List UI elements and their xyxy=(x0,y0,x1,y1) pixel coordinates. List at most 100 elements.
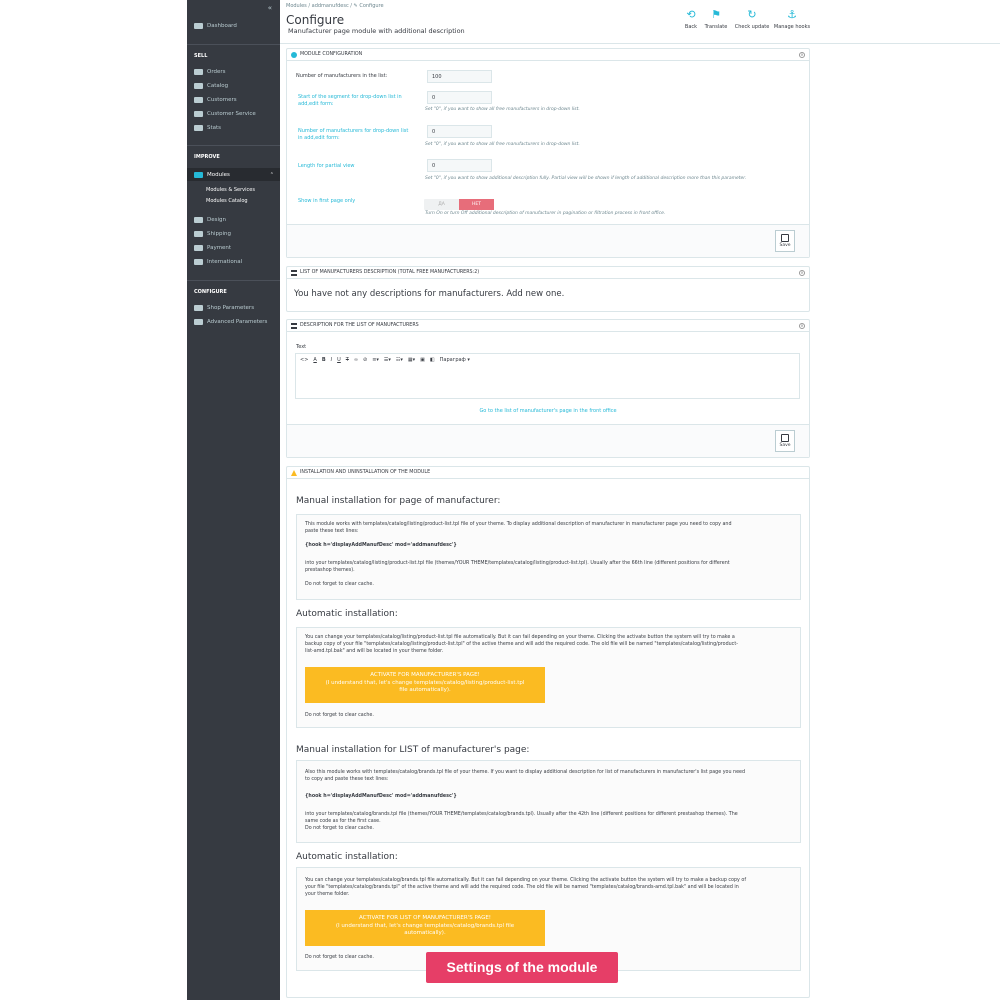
dropdown-count-input[interactable]: 0 xyxy=(427,125,492,138)
main-content: Modules / addmanufdesc / ✎ Configure Con… xyxy=(280,0,1000,1000)
front-office-link[interactable]: Go to the list of manufacturer's page in… xyxy=(287,408,809,414)
rich-text-editor[interactable]: <> A B I U T ∞ ⊘ ≡▾ ☰▾ ☷▾ ▦▾ ▣ ◧ Парагра… xyxy=(295,353,800,399)
stats-icon xyxy=(194,124,203,131)
manage-hooks-button[interactable]: ⚓ Manage hooks xyxy=(772,9,812,31)
automatic-install-box: You can change your templates/catalog/li… xyxy=(296,627,801,728)
translate-button[interactable]: ⚑ Translate xyxy=(701,8,731,31)
settings-banner: Settings of the module xyxy=(426,952,618,983)
close-icon[interactable]: × xyxy=(799,323,805,329)
module-configuration-panel: MODULE CONFIGURATION × Number of manufac… xyxy=(286,48,810,258)
code-icon[interactable]: <> xyxy=(300,357,308,363)
paragraph-select[interactable]: Параграф ▾ xyxy=(440,357,470,363)
instruction-text: paste these text lines: xyxy=(305,529,359,534)
cart-icon xyxy=(194,68,203,75)
unlink-icon[interactable]: ⊘ xyxy=(363,357,367,363)
numbered-list-icon[interactable]: ☷▾ xyxy=(396,357,403,363)
text-label: Text xyxy=(296,344,307,350)
back-icon: ⟲ xyxy=(686,8,696,21)
activate-manufacturer-page-button[interactable]: ACTIVATE FOR MANUFACTURER'S PAGE! (I und… xyxy=(305,667,545,703)
sidebar-divider xyxy=(187,280,280,281)
refresh-icon: ↻ xyxy=(747,8,757,21)
text-color-icon[interactable]: A xyxy=(313,357,316,363)
sidebar-item-catalog[interactable]: Catalog xyxy=(187,80,280,91)
store-icon xyxy=(194,82,203,89)
empty-list-message: You have not any descriptions for manufa… xyxy=(294,289,565,299)
button-line: (I understand that, let's change templat… xyxy=(325,679,525,686)
align-icon[interactable]: ≡▾ xyxy=(372,357,379,363)
close-icon[interactable]: × xyxy=(799,52,805,58)
sidebar-item-shop-parameters[interactable]: Shop Parameters xyxy=(187,302,280,313)
italic-icon[interactable]: I xyxy=(331,357,332,363)
truck-icon xyxy=(194,230,203,237)
button-line: ACTIVATE FOR LIST OF MANUFACTURER'S PAGE… xyxy=(358,915,492,921)
instruction-text: into your templates/catalog/listing/prod… xyxy=(305,561,730,566)
panel-heading: MODULE CONFIGURATION xyxy=(287,49,809,61)
check-update-button[interactable]: ↻ Check update xyxy=(732,8,772,31)
manual-install-box: This module works with templates/catalog… xyxy=(296,514,801,600)
sidebar-item-stats[interactable]: Stats xyxy=(187,122,280,133)
segment-start-help: Set "0", if you want to show all free ma… xyxy=(425,107,580,112)
partial-view-input[interactable]: 0 xyxy=(427,159,492,172)
save-icon xyxy=(781,234,789,242)
sidebar-item-shipping[interactable]: Shipping xyxy=(187,228,280,239)
puzzle-icon xyxy=(194,171,203,178)
warning-icon xyxy=(291,469,297,476)
partial-view-help: Set "0", if you want to show additional … xyxy=(425,176,747,181)
dropdown-count-label: Number of manufacturers for drop-down li… xyxy=(298,128,409,141)
first-page-toggle[interactable]: ДА НЕТ xyxy=(424,199,494,210)
instruction-text: This module works with templates/catalog… xyxy=(305,522,732,527)
toggle-off-option[interactable]: НЕТ xyxy=(459,199,494,210)
sidebar-item-orders[interactable]: Orders xyxy=(187,66,280,77)
save-icon xyxy=(781,434,789,442)
manufacturers-count-label: Number of manufacturers in the list: xyxy=(296,73,388,79)
segment-start-input[interactable]: 0 xyxy=(427,91,492,104)
sidebar-sub-modules-catalog[interactable]: Modules Catalog xyxy=(206,198,248,204)
instruction-text: list-amd.tpl.bak" and will be located in… xyxy=(305,649,444,654)
instruction-text: You can change your templates/catalog/br… xyxy=(305,878,747,883)
sidebar-item-payment[interactable]: Payment xyxy=(187,242,280,253)
sidebar-item-customers[interactable]: Customers xyxy=(187,94,280,105)
manufacturers-count-input[interactable]: 100 xyxy=(427,70,492,83)
panel-footer: Save xyxy=(287,224,809,257)
chat-icon xyxy=(194,110,203,117)
sidebar-sub-modules-services[interactable]: Modules & Services xyxy=(206,187,255,193)
instruction-text: You can change your templates/catalog/li… xyxy=(305,635,735,640)
sidebar-item-customer-service[interactable]: Customer Service xyxy=(187,108,280,119)
advanced-settings-icon xyxy=(194,318,203,325)
manufacturers-list-panel: LIST OF MANUFACTURERS DESCRIPTION (TOTAL… xyxy=(286,266,810,312)
image-icon[interactable]: ▣ xyxy=(420,357,425,363)
bullet-list-icon[interactable]: ☰▾ xyxy=(384,357,391,363)
bold-icon[interactable]: B xyxy=(322,357,326,363)
monitor-icon xyxy=(194,216,203,223)
globe-icon xyxy=(194,258,203,265)
info-icon xyxy=(291,51,297,58)
clear-cache-note: Do not forget to clear cache. xyxy=(305,955,374,960)
sidebar-item-design[interactable]: Design xyxy=(187,214,280,225)
instruction-text: to copy and paste these text lines: xyxy=(305,777,389,782)
collapse-sidebar-button[interactable]: « xyxy=(268,4,272,12)
toggle-on-option[interactable]: ДА xyxy=(424,199,459,210)
panel-heading: DESCRIPTION FOR THE LIST OF MANUFACTURER… xyxy=(287,320,809,332)
sidebar-item-dashboard[interactable]: Dashboard xyxy=(187,20,280,31)
button-line: (I understand that, let's change templat… xyxy=(335,922,515,929)
instruction-text: into your templates/catalog/brands.tpl f… xyxy=(305,812,738,817)
save-button[interactable]: Save xyxy=(775,430,795,452)
segment-start-label: Start of the segment for drop-down list … xyxy=(298,94,402,107)
instruction-text: backup copy of your file "templates/cata… xyxy=(305,642,738,647)
sidebar-item-modules[interactable]: Modules ⌃ xyxy=(187,168,280,181)
link-icon[interactable]: ∞ xyxy=(354,357,358,363)
sidebar-item-international[interactable]: International xyxy=(187,256,280,267)
underline-icon[interactable]: U xyxy=(337,357,341,363)
save-button[interactable]: Save xyxy=(775,230,795,252)
table-icon[interactable]: ▦▾ xyxy=(408,357,415,363)
instruction-text: prestashop themes). xyxy=(305,568,355,573)
button-line: ACTIVATE FOR MANUFACTURER'S PAGE! xyxy=(370,672,480,678)
flag-icon: ⚑ xyxy=(711,8,721,21)
panel-footer: Save xyxy=(287,424,809,457)
activate-list-page-button[interactable]: ACTIVATE FOR LIST OF MANUFACTURER'S PAGE… xyxy=(305,910,545,946)
dashboard-icon xyxy=(194,22,203,29)
close-icon[interactable]: × xyxy=(799,270,805,276)
strikethrough-icon[interactable]: T xyxy=(346,357,349,363)
sidebar-item-advanced-parameters[interactable]: Advanced Parameters xyxy=(187,316,280,327)
media-icon[interactable]: ◧ xyxy=(430,357,435,363)
